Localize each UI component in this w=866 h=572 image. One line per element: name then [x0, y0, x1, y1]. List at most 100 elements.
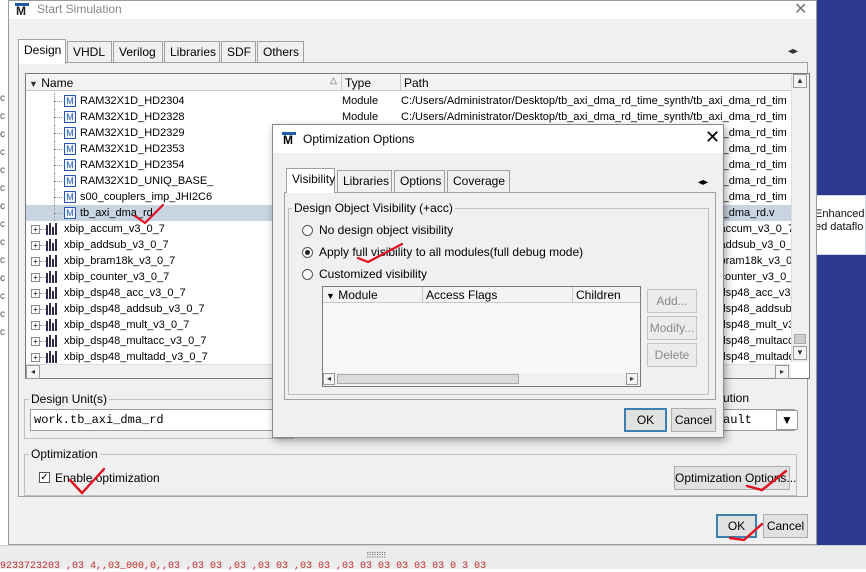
tree-row-name: RAM32X1D_HD2354 — [80, 159, 185, 171]
tab-libraries[interactable]: Libraries — [164, 41, 220, 63]
tree-row-name: RAM32X1D_HD2329 — [80, 127, 185, 139]
tree-row-name: RAM32X1D_HD2304 — [80, 95, 185, 107]
module-table-header: ▼ Module Access Flags Children — [323, 287, 640, 303]
tree-row-type: Module — [342, 95, 379, 107]
scroll-left-icon[interactable]: ◂ — [323, 373, 335, 385]
expand-icon[interactable]: + — [31, 289, 40, 298]
radio-customized-visibility[interactable] — [302, 269, 313, 280]
glyph: c — [0, 111, 5, 122]
close-icon[interactable]: ✕ — [794, 0, 807, 19]
column-header-path[interactable]: Path — [401, 74, 791, 91]
tree-row-name: xbip_dsp48_multadd_v3_0_7 — [64, 351, 208, 363]
tree-line — [54, 197, 62, 198]
background-panel: Enhanced D ed dataflo — [813, 195, 866, 255]
module-icon: M — [64, 143, 76, 155]
close-icon[interactable]: ✕ — [705, 127, 720, 148]
tree-row-name: xbip_bram18k_v3_0_7 — [64, 255, 176, 267]
library-icon-bar — [55, 303, 57, 315]
tree-row-name: RAM32X1D_HD2328 — [80, 111, 185, 123]
library-icon-bar — [55, 223, 57, 235]
tree-row-name: xbip_accum_v3_0_7 — [64, 223, 165, 235]
ok-button[interactable]: OK — [716, 514, 757, 538]
expand-icon[interactable]: + — [31, 321, 40, 330]
column-dropdown-icon[interactable]: ▼ — [29, 79, 38, 89]
cancel-button[interactable]: Cancel — [763, 514, 808, 538]
expand-icon[interactable]: + — [31, 353, 40, 362]
glyph: c — [0, 219, 5, 230]
modelsim-logo-icon: M — [282, 132, 296, 146]
scroll-thumb[interactable] — [794, 334, 806, 344]
tree-row-name: xbip_dsp48_acc_v3_0_7 — [64, 287, 186, 299]
module-table-scrollbar[interactable]: ◂ ▸ — [323, 373, 640, 386]
tab-sdf[interactable]: SDF — [221, 41, 256, 63]
library-icon-bar — [46, 273, 48, 283]
modify-button[interactable]: Modify... — [647, 316, 697, 340]
library-icon-bar — [52, 307, 54, 315]
expand-icon[interactable]: + — [31, 337, 40, 346]
column-header-name[interactable]: ▼ Name △ — [26, 74, 342, 91]
column-dropdown-icon[interactable]: ▼ — [326, 291, 335, 301]
tree-vertical-scrollbar[interactable]: ▲ ▼ — [791, 74, 809, 362]
expand-icon[interactable]: + — [31, 257, 40, 266]
resize-grip-icon[interactable]: ⠿⠿⠿⠿ — [366, 551, 386, 560]
library-icon-bar — [46, 337, 48, 347]
design-unit-label: Design Unit(s) — [29, 392, 110, 406]
column-name-label: Name — [41, 76, 74, 90]
opt-tab-scroll-arrows-icon[interactable]: ◂▸ — [698, 177, 708, 188]
tree-line — [54, 149, 62, 150]
tree-row-name: xbip_counter_v3_0_7 — [64, 271, 170, 283]
opt-title-bar[interactable]: M Optimization Options ✕ — [273, 125, 723, 153]
tab-others[interactable]: Others — [257, 41, 304, 63]
library-icon-bar — [55, 239, 57, 251]
tab-options[interactable]: Options — [394, 170, 445, 192]
scroll-right-icon[interactable]: ▸ — [626, 373, 638, 385]
glyph: c — [0, 183, 5, 194]
expand-icon[interactable]: + — [31, 273, 40, 282]
design-unit-input[interactable]: work.tb_axi_dma_rd — [30, 409, 275, 431]
tree-row-name: tb_axi_dma_rd — [80, 207, 153, 219]
module-icon: M — [64, 175, 76, 187]
radio-no-visibility[interactable] — [302, 225, 313, 236]
tab-scroll-arrows-icon[interactable]: ◂▸ — [788, 46, 798, 57]
tree-row-name: RAM32X1D_HD2353 — [80, 143, 185, 155]
library-icon-bar — [49, 255, 51, 267]
optimization-options-button[interactable]: Optimization Options... — [674, 466, 796, 490]
tab-vhdl[interactable]: VHDL — [67, 41, 112, 63]
scroll-left-icon[interactable]: ◂ — [26, 365, 40, 379]
column-header-module[interactable]: ▼ Module — [323, 287, 423, 303]
module-icon: M — [64, 191, 76, 203]
expand-icon[interactable]: + — [31, 305, 40, 314]
expand-icon[interactable]: + — [31, 225, 40, 234]
tree-row-name: RAM32X1D_UNIQ_BASE_ — [80, 175, 214, 187]
tree-row[interactable]: M RAM32X1D_HD2304 Module C:/Users/Administr… — [26, 93, 791, 109]
tab-coverage[interactable]: Coverage — [447, 170, 510, 192]
title-bar[interactable]: M Start Simulation ✕ — [9, 1, 816, 19]
scroll-right-icon[interactable]: ▸ — [775, 365, 789, 379]
scroll-thumb[interactable] — [337, 374, 519, 384]
tab-visibility[interactable]: Visibility — [286, 168, 335, 193]
delete-button[interactable]: Delete — [647, 343, 697, 367]
radio-full-visibility[interactable] — [302, 247, 313, 258]
library-icon-bar — [52, 355, 54, 363]
module-icon: M — [64, 95, 76, 107]
tab-design[interactable]: Design — [18, 39, 66, 64]
column-header-access-flags[interactable]: Access Flags — [423, 287, 573, 303]
library-icon — [46, 255, 58, 267]
column-header-type[interactable]: Type — [342, 74, 401, 91]
background-text-2: ed dataflo — [815, 221, 864, 233]
opt-cancel-button[interactable]: Cancel — [671, 408, 716, 432]
scroll-down-icon[interactable]: ▼ — [793, 346, 807, 360]
tab-verilog[interactable]: Verilog — [113, 41, 163, 63]
opt-ok-button[interactable]: OK — [624, 408, 667, 432]
add-button[interactable]: Add... — [647, 289, 697, 313]
expand-icon[interactable]: + — [31, 241, 40, 250]
tree-row[interactable]: M RAM32X1D_HD2328 Module C:/Users/Administr… — [26, 109, 791, 125]
background-window — [817, 0, 866, 545]
chevron-down-icon[interactable]: ▼ — [776, 410, 798, 430]
glyph: c — [0, 165, 5, 176]
tab-libraries[interactable]: Libraries — [337, 170, 392, 192]
library-icon-bar — [49, 287, 51, 299]
column-header-children[interactable]: Children — [573, 287, 640, 303]
scroll-up-icon[interactable]: ▲ — [793, 74, 807, 88]
enable-optimization-checkbox[interactable]: ✓ — [39, 472, 50, 483]
